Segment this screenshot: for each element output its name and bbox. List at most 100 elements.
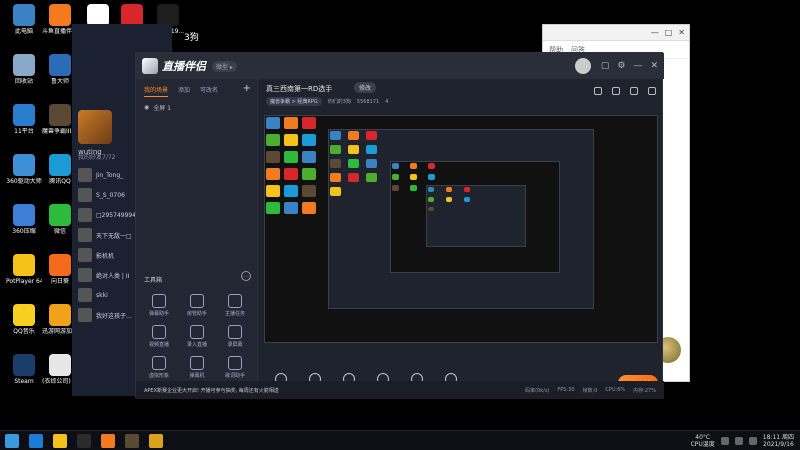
preview-icon bbox=[392, 163, 399, 169]
desktop-icon[interactable]: 11平台 bbox=[6, 104, 42, 135]
desktop-icon[interactable]: 360压缩 bbox=[6, 204, 42, 235]
window-controls: ▢ ⚙ — ✕ bbox=[601, 61, 658, 71]
tool-item[interactable]: 录入直播 bbox=[178, 325, 216, 348]
window-icon[interactable] bbox=[594, 87, 602, 95]
edit-title-button[interactable]: 修改 bbox=[354, 82, 377, 93]
desktop-icon[interactable]: 360驱动大师 bbox=[6, 154, 42, 185]
system-tray: 40°C CPU温度 18:11 周四 2021/9/16 bbox=[691, 434, 800, 448]
tray-icon[interactable] bbox=[720, 436, 729, 445]
avatar bbox=[78, 188, 92, 202]
preview-icon bbox=[284, 134, 298, 146]
app-icon bbox=[13, 304, 35, 326]
tab-rename[interactable]: 可改名 bbox=[200, 85, 218, 97]
tool-item[interactable]: 主播任务 bbox=[216, 294, 254, 317]
tool-item[interactable]: 弹幕助手 bbox=[140, 294, 178, 317]
add-scene-button[interactable]: + bbox=[243, 83, 251, 94]
desktop-icon-label: 360压缩 bbox=[12, 228, 36, 235]
scene-item[interactable]: ◉ 全屏 1 bbox=[136, 101, 257, 114]
room-meta: 魔兽争霸 > 经典RPG 你们的3狗 5568171 4 bbox=[266, 97, 388, 106]
user-avatar[interactable] bbox=[574, 58, 591, 74]
clock[interactable]: 18:11 周四 2021/9/16 bbox=[763, 434, 794, 448]
preview-icon bbox=[266, 168, 280, 180]
tool-item[interactable]: 歌词助手 bbox=[216, 356, 254, 379]
preview-icon bbox=[428, 174, 435, 180]
preview-icon bbox=[330, 159, 341, 168]
preview-icons bbox=[330, 131, 380, 196]
maximize-button[interactable]: □ bbox=[665, 28, 673, 37]
friend-name: 我好这孩子... bbox=[96, 312, 132, 320]
preview-icon bbox=[284, 168, 298, 180]
tool-item[interactable]: 视频直播 bbox=[140, 325, 178, 348]
version-badge[interactable]: 微型 ▸ bbox=[212, 60, 237, 72]
clock-date: 2021/9/16 bbox=[763, 440, 794, 448]
taskbar-app-icon[interactable] bbox=[29, 433, 43, 448]
settings-button[interactable]: ⚙ bbox=[617, 61, 625, 71]
room-id: 5568171 bbox=[356, 98, 380, 105]
eye-icon[interactable]: ◉ bbox=[144, 104, 149, 111]
app-icon bbox=[13, 354, 35, 376]
app-icon bbox=[49, 304, 71, 326]
taskbar-app-icon[interactable] bbox=[53, 433, 67, 448]
tool-label: 弹幕机 bbox=[189, 373, 205, 379]
skin-button[interactable]: ▢ bbox=[601, 61, 610, 71]
preview-icon bbox=[266, 185, 280, 197]
tool-item[interactable]: 录屏幕 bbox=[216, 325, 254, 348]
toolbox-title: 工具箱 bbox=[144, 277, 163, 284]
desktop-icon[interactable]: PotPlayer 64 bit bbox=[6, 254, 42, 285]
close-button[interactable]: ✕ bbox=[650, 61, 658, 71]
taskbar-app-icon[interactable] bbox=[77, 433, 91, 448]
tool-label: 弹幕助手 bbox=[148, 311, 169, 317]
tool-label: 视频直播 bbox=[148, 342, 169, 348]
cpu-temp[interactable]: 40°C CPU温度 bbox=[691, 434, 715, 448]
preview-icon bbox=[464, 196, 470, 202]
viewer-count: 4 bbox=[385, 98, 389, 105]
tab-add[interactable]: 添加 bbox=[178, 85, 190, 97]
share-icon[interactable] bbox=[648, 87, 656, 95]
desktop-icon[interactable]: 回收站 bbox=[6, 54, 42, 85]
taskbar-app-icon[interactable] bbox=[101, 433, 115, 448]
desktop-icon-label: 此电脑 bbox=[14, 28, 33, 35]
windows-start-icon[interactable] bbox=[5, 433, 19, 448]
preview-icon bbox=[348, 131, 359, 140]
category-badge[interactable]: 魔兽争霸 > 经典RPG bbox=[266, 97, 322, 106]
clock-time: 18:11 周四 bbox=[762, 433, 794, 441]
scene-label: 全屏 1 bbox=[153, 105, 171, 112]
tool-item[interactable]: 弹幕机 bbox=[178, 356, 216, 379]
desktop-icon[interactable]: 此电脑 bbox=[6, 4, 42, 35]
avatar bbox=[78, 208, 92, 222]
volume-icon[interactable] bbox=[734, 436, 743, 445]
tool-icon bbox=[152, 356, 166, 370]
minimize-button[interactable]: — bbox=[651, 28, 659, 37]
preview-icon bbox=[464, 187, 470, 192]
tool-icon bbox=[190, 325, 204, 339]
notification-icon[interactable] bbox=[630, 87, 638, 95]
friend-name: □295749994 bbox=[96, 211, 137, 219]
preview-icon bbox=[428, 196, 434, 202]
tool-item[interactable]: 房管助手 bbox=[178, 294, 216, 317]
notice-text[interactable]: APEX新赛企业更大开启! 开播可参与抽奖, 每周还有火箭相送 bbox=[144, 387, 279, 394]
toolbox-more-button[interactable]: … bbox=[241, 271, 251, 281]
network-icon[interactable] bbox=[748, 436, 757, 445]
stream-preview[interactable] bbox=[264, 115, 658, 343]
preview-icon bbox=[348, 173, 359, 182]
friend-name: 绝对人类 | II bbox=[96, 272, 130, 280]
lock-icon[interactable] bbox=[612, 87, 620, 95]
app-icon bbox=[49, 104, 71, 126]
app-logo-text: 直播伴侣 bbox=[162, 60, 206, 73]
app-icon bbox=[13, 4, 35, 26]
app-icon bbox=[49, 54, 71, 76]
tool-item[interactable]: 虚拟形象 bbox=[140, 356, 178, 379]
desktop-icon[interactable]: QQ音乐 bbox=[6, 304, 42, 335]
taskbar-app-icon[interactable] bbox=[125, 433, 139, 448]
friend-name: S_S_0706 bbox=[96, 191, 125, 199]
tab-my-scenes[interactable]: 我的场景 bbox=[144, 85, 169, 97]
desktop-icon[interactable]: Steam bbox=[6, 354, 42, 385]
tool-icon bbox=[228, 294, 242, 308]
minimize-button[interactable]: — bbox=[633, 61, 642, 71]
avatar[interactable] bbox=[78, 110, 112, 144]
close-button[interactable]: ✕ bbox=[678, 28, 685, 37]
preview-icon bbox=[302, 151, 316, 163]
stat-item: CPU:6% bbox=[605, 386, 626, 393]
background-window-titlebar: — □ ✕ bbox=[543, 25, 689, 41]
taskbar-app-icon[interactable] bbox=[149, 433, 163, 448]
